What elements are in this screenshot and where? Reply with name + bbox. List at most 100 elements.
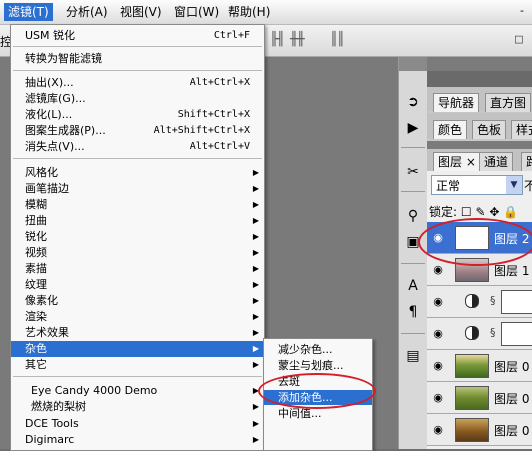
menu-filter[interactable]: 滤镜(T) — [4, 3, 53, 21]
menu-help[interactable]: 帮助(H) — [224, 3, 274, 21]
menu-item-digimarc[interactable]: Digimarc ▶ — [11, 432, 264, 448]
menu-item-eye-candy[interactable]: Eye Candy 4000 Demo ▶ — [11, 383, 264, 399]
tab-layers[interactable]: 图层 × — [433, 152, 481, 171]
layer-name[interactable]: 图层 1 — [494, 262, 529, 279]
menu-item-texture[interactable]: 纹理 ▶ — [11, 277, 264, 293]
tool-presets-icon[interactable]: ✂ — [402, 161, 424, 183]
panel-icon-strip: ➲ ▶ ✂ ⚲ ▣ A ¶ ▤ — [398, 57, 428, 449]
lock-paint-icon[interactable]: ✎ — [475, 205, 485, 219]
menu-bar: 滤镜(T) 分析(A) 视图(V) 窗口(W) 帮助(H) - — [0, 0, 532, 25]
eye-icon[interactable]: ◉ — [431, 327, 445, 340]
menu-item-blur[interactable]: 模糊 ▶ — [11, 197, 264, 213]
layer-row[interactable]: ◉ 图层 2 — [427, 222, 532, 254]
menu-item-stylize[interactable]: 风格化 ▶ — [11, 165, 264, 181]
layer-mask-thumbnail[interactable] — [501, 322, 532, 346]
menu-item-burning-pear[interactable]: 燃烧的梨树 ▶ — [11, 399, 264, 415]
tab-paths[interactable]: 路径 — [521, 152, 532, 171]
character-icon[interactable]: A — [402, 275, 424, 297]
menu-item-noise[interactable]: 杂色 ▶ — [11, 341, 264, 357]
link-icon[interactable]: § — [490, 326, 496, 339]
clone-source-icon[interactable]: ▣ — [402, 231, 424, 253]
menu-item-sketch[interactable]: 素描 ▶ — [11, 261, 264, 277]
tab-channels[interactable]: 通道 — [479, 152, 514, 171]
submenu-item-median[interactable]: 中间值... — [264, 406, 372, 421]
menu-item-sharpen[interactable]: 锐化 ▶ — [11, 229, 264, 245]
panel-gap — [427, 141, 532, 149]
menu-separator — [13, 158, 262, 159]
tab-color[interactable]: 颜色 — [433, 120, 468, 139]
strip-divider — [401, 147, 425, 148]
menu-item-artistic[interactable]: 艺术效果 ▶ — [11, 325, 264, 341]
align-left-icon[interactable]: ╟╢ — [270, 32, 285, 47]
panel-dock: 导航器 直方图 颜色 色板 样式 图层 × 通道 路径 正常 ▼ 不 锁定: ☐… — [427, 57, 532, 449]
submenu-item-add-noise[interactable]: 添加杂色... — [264, 390, 372, 405]
layer-row[interactable]: ◉ § — [427, 286, 532, 318]
eye-icon[interactable]: ◉ — [431, 295, 445, 308]
menu-item-liquify[interactable]: 液化(L)... Shift+Ctrl+X — [11, 107, 264, 123]
menu-item-render[interactable]: 渲染 ▶ — [11, 309, 264, 325]
history-icon[interactable]: ➲ — [402, 91, 424, 113]
link-icon[interactable]: § — [490, 294, 496, 307]
submenu-arrow-icon: ▶ — [252, 168, 259, 177]
minimize-button[interactable]: - — [520, 4, 524, 17]
menu-item-filter-gallery[interactable]: 滤镜库(G)... — [11, 91, 264, 107]
menu-item-brush-strokes[interactable]: 画笔描边 ▶ — [11, 181, 264, 197]
eye-icon[interactable]: ◉ — [431, 359, 445, 372]
menu-item-video[interactable]: 视频 ▶ — [11, 245, 264, 261]
eye-icon[interactable]: ◉ — [431, 423, 445, 436]
layer-row[interactable]: ◉ 图层 0 — [427, 350, 532, 382]
layer-comps-icon[interactable]: ▤ — [402, 345, 424, 367]
menu-item-extract[interactable]: 抽出(X)... Alt+Ctrl+X — [11, 75, 264, 91]
paragraph-icon[interactable]: ¶ — [402, 301, 424, 323]
actions-icon[interactable]: ▶ — [402, 117, 424, 139]
tab-swatches[interactable]: 色板 — [472, 120, 507, 139]
submenu-item-reduce-noise[interactable]: 减少杂色... — [264, 342, 372, 357]
lock-all-icon[interactable]: 🔒 — [503, 205, 518, 219]
strip-divider — [401, 191, 425, 192]
menu-item-pixelate[interactable]: 像素化 ▶ — [11, 293, 264, 309]
chevron-down-icon[interactable]: ▼ — [506, 176, 522, 194]
strip-header — [399, 57, 427, 71]
layer-row[interactable]: ◉ 图层 0 — [427, 414, 532, 446]
submenu-item-dust-scratches[interactable]: 蒙尘与划痕... — [264, 358, 372, 373]
opacity-label: 不 — [524, 179, 532, 193]
layer-name[interactable]: 图层 2 — [494, 230, 529, 247]
layer-row[interactable]: ◉ 图层 1 — [427, 254, 532, 286]
layer-thumbnail — [455, 386, 489, 410]
tab-navigator[interactable]: 导航器 — [433, 93, 480, 112]
adjustment-layer-icon — [465, 294, 479, 308]
submenu-arrow-icon: ▶ — [252, 328, 259, 337]
submenu-item-despeckle[interactable]: 去斑 — [264, 374, 372, 389]
submenu-arrow-icon: ▶ — [252, 216, 259, 225]
eye-icon[interactable]: ◉ — [431, 263, 445, 276]
menu-item-pattern-maker[interactable]: 图案生成器(P)... Alt+Shift+Ctrl+X — [11, 123, 264, 139]
layer-name[interactable]: 图层 0 — [494, 390, 529, 407]
lock-label: 锁定: — [429, 205, 458, 219]
menu-item-convert-smart-filter[interactable]: 转换为智能滤镜 — [11, 51, 264, 67]
layer-mask-thumbnail[interactable] — [501, 290, 532, 314]
distribute-icon[interactable]: ║║ — [330, 32, 345, 47]
lock-move-icon[interactable]: ✥ — [489, 205, 499, 219]
menu-item-distort[interactable]: 扭曲 ▶ — [11, 213, 264, 229]
menu-item-vanishing-point[interactable]: 消失点(V)... Alt+Ctrl+V — [11, 139, 264, 155]
blend-mode-select[interactable]: 正常 ▼ — [431, 175, 523, 195]
layer-row[interactable]: ◉ § — [427, 318, 532, 350]
eye-icon[interactable]: ◉ — [431, 231, 445, 244]
menu-analysis[interactable]: 分析(A) — [62, 3, 112, 21]
tab-histogram[interactable]: 直方图 — [485, 93, 532, 112]
menu-window[interactable]: 窗口(W) — [170, 3, 223, 21]
align-center-icon[interactable]: ╫╫ — [290, 32, 305, 47]
brushes-icon[interactable]: ⚲ — [402, 205, 424, 227]
menu-view[interactable]: 视图(V) — [116, 3, 166, 21]
lock-transparent-icon[interactable]: ☐ — [461, 205, 472, 219]
eye-icon[interactable]: ◉ — [431, 391, 445, 404]
arrange-icon[interactable]: □ — [515, 32, 523, 47]
layer-name[interactable]: 图层 0 — [494, 422, 529, 439]
layer-name[interactable]: 图层 0 — [494, 358, 529, 375]
menu-item-other[interactable]: 其它 ▶ — [11, 357, 264, 373]
tab-styles[interactable]: 样式 — [511, 120, 532, 139]
menu-item-usm-sharpen[interactable]: USM 锐化 Ctrl+F — [11, 28, 264, 44]
menu-item-dce-tools[interactable]: DCE Tools ▶ — [11, 416, 264, 432]
layer-row[interactable]: ◉ 图层 0 — [427, 382, 532, 414]
strip-divider — [401, 263, 425, 264]
